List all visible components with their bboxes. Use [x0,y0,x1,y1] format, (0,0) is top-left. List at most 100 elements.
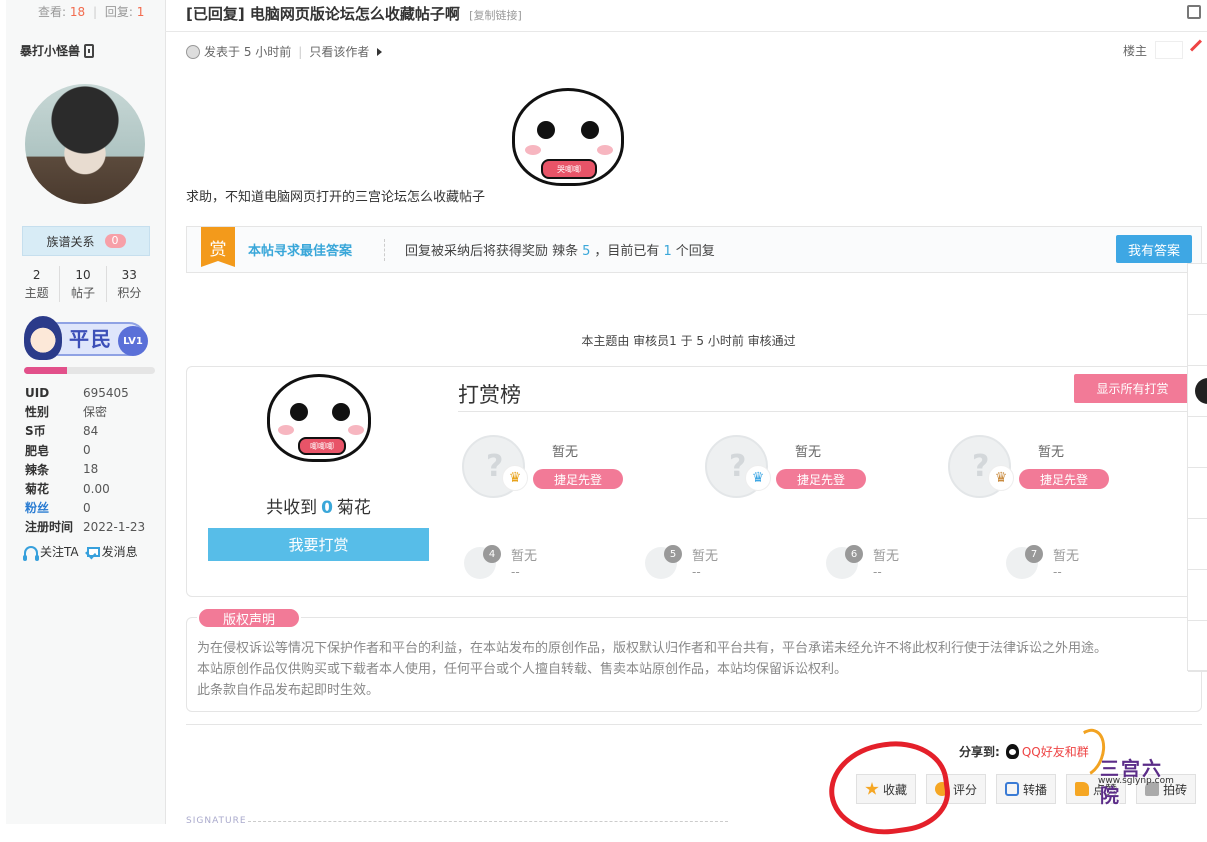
info-row-uid: UID 695405 [25,385,129,400]
reward-amount: 5 [582,244,591,259]
sticker-card: 唧唧唧 [298,437,346,455]
crying-sticker: 哭唧唧 [512,88,624,186]
thread-title: [已回复] 电脑网页版论坛怎么收藏帖子啊 [复制链接] [186,3,522,24]
mobile-icon [84,43,95,58]
views-label: 查看: [38,5,67,19]
leaderboard-rank-6: 6 暂无 -- [821,545,941,579]
post-main: [已回复] 电脑网页版论坛怎么收藏帖子啊 [复制链接] 发表于 5 小时前 | … [165,0,1207,826]
answer-button[interactable]: 我有答案 [1116,235,1192,263]
sticker-card: 哭唧唧 [541,159,597,179]
info-row-gender: 性别 保密 [25,405,108,420]
sticker-eye [290,403,308,421]
author-actions: 关注TA 发消息 [23,543,138,561]
first-tip-button[interactable]: 捷足先登 [1019,469,1109,489]
leaderboard-top-1: ♛ 暂无 捷足先登 [457,435,677,499]
copy-link[interactable]: [复制链接] [469,9,522,22]
copyright-notice: 版权声明 为在侵权诉讼等情况下保护作者和平台的利益，在本站发布的原创作品，版权默… [186,607,1202,712]
toolbar-item[interactable] [1188,519,1207,570]
message-button[interactable]: 发消息 [86,543,138,560]
count-points[interactable]: 33 积分 [107,266,152,302]
sticker-cheek [348,425,364,435]
info-row-juhua: 菊花 0.00 [25,481,110,497]
sticker-eye [537,121,555,139]
divider [165,31,1207,32]
mail-icon [86,546,100,557]
show-all-tips-button[interactable]: 显示所有打赏 [1074,374,1191,403]
reward-bar: 赏 本帖寻求最佳答案 回复被采纳后将获得奖励 辣条 5 ，目前已有 1 个回复 [186,226,1202,273]
tipping-panel: 唧唧唧 共收到0菊花 我要打赏 打赏榜 显示所有打赏 ♛ 暂无 捷足先登 ♛ 暂… [186,366,1202,597]
qq-icon [1005,744,1019,759]
thread-stats: 查看: 18 | 回复: 1 [38,5,145,19]
site-watermark-logo: 三宫六院 www.sglynp.com [1062,723,1182,807]
floor-indicator: 楼主 [1123,41,1183,59]
share-icon [1005,782,1020,796]
leaderboard-title: 打赏榜 [458,383,521,407]
sticker-eye [581,121,599,139]
small-avatar-icon [186,44,200,59]
avatar[interactable] [25,84,145,204]
give-tip-button[interactable]: 我要打赏 [208,528,429,561]
leaderboard-top-2: ♛ 暂无 捷足先登 [700,435,920,499]
share-label: 分享到: [959,745,1000,759]
toolbar-avatar[interactable] [1188,366,1207,417]
copyright-line: 本站原创作品仅供购买或下载者本人使用，任何平台或个人擅自转载、售卖本站原创作品，… [197,662,848,677]
toolbar-item[interactable] [1188,468,1207,519]
rank-badge: 平民 LV1 [24,316,152,360]
info-row-regdate: 注册时间 2022-1-23 [25,519,146,535]
reward-heading: 本帖寻求最佳答案 [248,244,353,259]
leaderboard-rank-7: 7 暂无 -- [1001,545,1121,579]
floor-jump-input[interactable] [1155,41,1183,59]
post-content: 求助，不知道电脑网页打开的三宫论坛怎么收藏帖子 [186,190,486,205]
author-sidebar: 查看: 18 | 回复: 1 暴打小怪兽 族谱关系 0 2 主题 10 帖子 33 积… [0,0,166,824]
bronze-crown-icon: ♛ [988,465,1014,491]
signature-label: SIGNATURE [186,816,247,826]
author-counts: 2 主题 10 帖子 33 积分 [14,266,152,302]
blue-crown-icon: ♛ [745,465,771,491]
post-time: 发表于 5 小时前 [204,45,292,59]
toolbar-grid-icon[interactable] [1188,570,1207,621]
blushing-sticker: 唧唧唧 [267,374,371,462]
follow-button[interactable]: 关注TA [23,543,79,561]
rank-face-icon [24,316,62,360]
first-tip-button[interactable]: 捷足先登 [533,469,623,489]
reward-reply-count: 1 [663,244,672,259]
toolbar-back-icon[interactable] [1188,264,1207,315]
leaderboard-rank-5: 5 暂无 -- [640,545,760,579]
sticker-eye [332,403,350,421]
reward-desc: 回复被采纳后将获得奖励 辣条 5 ，目前已有 1 个回复 [405,244,715,259]
rank-title: 平民 [69,327,113,351]
audit-notice: 本主题由 审核员1 于 5 小时前 审核通过 [581,334,796,348]
count-topics[interactable]: 2 主题 [14,266,61,302]
leaderboard-rank-4: 4 暂无 -- [459,545,579,579]
sticker-cheek [525,145,541,155]
print-icon[interactable] [1187,5,1201,19]
rank-level: LV1 [118,326,148,356]
toolbar-top-icon[interactable] [1188,621,1207,672]
count-posts[interactable]: 10 帖子 [60,266,107,302]
caret-right-icon [377,47,383,56]
rank-progress-bar [24,367,155,374]
info-row-fans[interactable]: 粉丝 0 [25,498,160,517]
author-name[interactable]: 暴打小怪兽 [20,42,80,59]
info-row-scoin: S币 84 [25,423,99,439]
jiapu-button[interactable]: 族谱关系 0 [22,226,150,256]
right-floating-toolbar [1187,263,1207,672]
only-author-link[interactable]: 只看该作者 [309,43,369,60]
jiapu-count-badge: 0 [104,234,126,248]
edit-pen-icon[interactable] [1189,39,1203,52]
floor-label: 楼主 [1122,43,1147,58]
replies-label: 回复: [104,5,133,19]
toolbar-item[interactable] [1188,315,1207,366]
thread-title-text: [已回复] 电脑网页版论坛怎么收藏帖子啊 [186,5,460,23]
copyright-tag: 版权声明 [197,607,301,629]
leaderboard-top-3: ♛ 暂无 捷足先登 [943,435,1163,499]
sticker-cheek [278,425,294,435]
views-count: 18 [69,5,86,19]
rank-progress-fill [24,367,68,374]
first-tip-button[interactable]: 捷足先登 [776,469,866,489]
sticker-cheek [597,145,613,155]
jiapu-label: 族谱关系 [46,234,95,249]
author-info: UID 695405 性别 保密 S币 84 肥皂 0 辣条 18 菊花 0.00 粉丝 0 … [25,383,160,537]
toolbar-qrcode-icon[interactable] [1188,417,1207,468]
repost-button[interactable]: 转播 [996,774,1057,804]
